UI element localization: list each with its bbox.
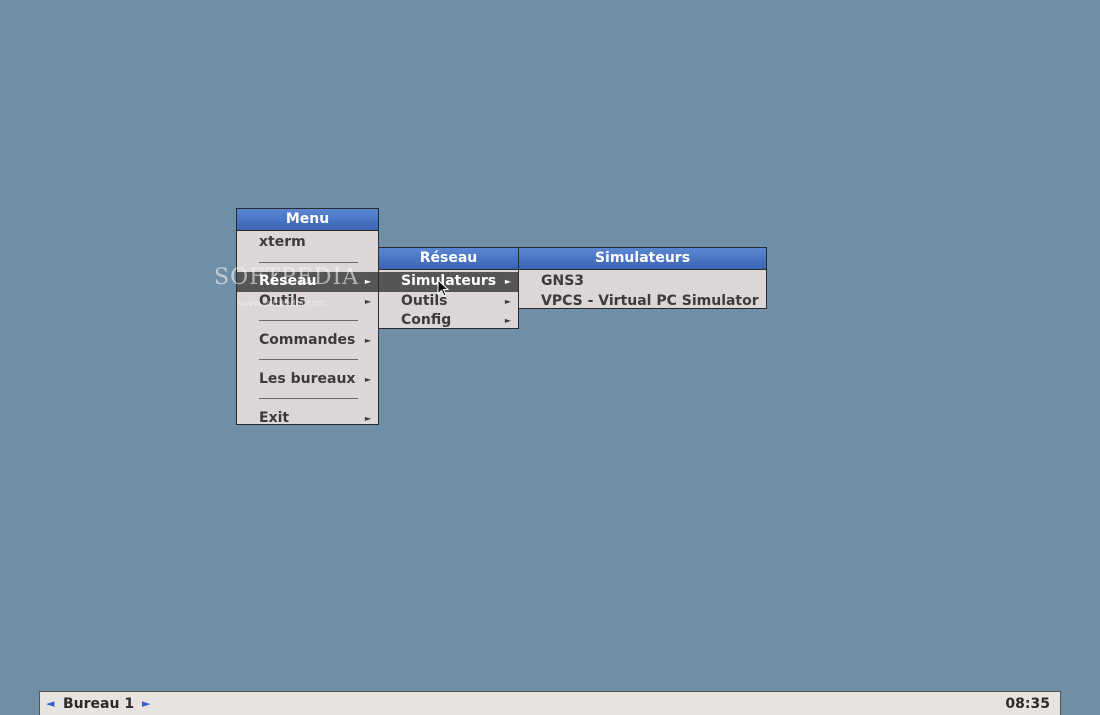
menu-item-label: VPCS - Virtual PC Simulator [541, 292, 759, 309]
menu-separator [237, 253, 378, 273]
menu-item-gns3[interactable]: GNS3 [519, 272, 766, 292]
menu-separator [237, 311, 378, 331]
root-menu: Menu xterm Réseau ► Outils ► Commandes ►… [236, 208, 379, 426]
submenu-arrow-icon: ► [504, 296, 511, 306]
clock: 08:35 [1005, 696, 1050, 712]
menu-item-label: xterm [259, 234, 306, 250]
reseau-submenu-title: Réseau [379, 248, 518, 270]
menu-item-label: Outils [259, 292, 306, 309]
desktop[interactable]: Menu xterm Réseau ► Outils ► Commandes ►… [0, 0, 1100, 715]
menu-separator [237, 350, 378, 370]
menu-item-label: GNS3 [541, 273, 585, 289]
simulateurs-submenu-items: GNS3 VPCS - Virtual PC Simulator [519, 270, 766, 313]
reseau-submenu-items: Simulateurs ► Outils ► Config ► [379, 270, 518, 333]
menu-item-label: Les bureaux [259, 370, 356, 387]
menu-item-reseau[interactable]: Réseau ► [237, 272, 378, 292]
menu-item-simulateurs[interactable]: Simulateurs ► [379, 272, 518, 292]
menu-item-label: Config [401, 312, 452, 328]
submenu-arrow-icon: ► [364, 277, 371, 286]
taskbar: ◄ Bureau 1 ► 08:35 [39, 691, 1061, 715]
menu-item-label: Exit [259, 409, 290, 426]
menu-item-label: Commandes [259, 331, 356, 348]
desktop-name-label: Bureau 1 [63, 696, 135, 712]
menu-item-outils[interactable]: Outils ► [237, 292, 378, 312]
menu-item-label: Outils [401, 292, 448, 309]
submenu-arrow-icon: ► [364, 296, 371, 306]
submenu-arrow-icon: ► [504, 277, 511, 286]
submenu-arrow-icon: ► [364, 335, 371, 345]
root-menu-title: Menu [237, 209, 378, 231]
next-desktop-arrow-icon[interactable]: ► [142, 696, 150, 712]
root-menu-items: xterm Réseau ► Outils ► Commandes ► Les … [237, 231, 378, 430]
simulateurs-submenu-title: Simulateurs [519, 248, 766, 270]
simulateurs-submenu: Simulateurs GNS3 VPCS - Virtual PC Simul… [518, 247, 767, 309]
menu-item-vpcs[interactable]: VPCS - Virtual PC Simulator [519, 292, 766, 312]
menu-item-xterm[interactable]: xterm [237, 233, 378, 253]
menu-item-reseau-outils[interactable]: Outils ► [379, 292, 518, 312]
menu-item-label: Simulateurs [401, 273, 497, 289]
menu-item-config[interactable]: Config ► [379, 311, 518, 331]
menu-item-exit[interactable]: Exit ► [237, 409, 378, 429]
reseau-submenu: Réseau Simulateurs ► Outils ► Config ► [378, 247, 519, 329]
submenu-arrow-icon: ► [504, 316, 511, 325]
menu-separator [237, 389, 378, 409]
submenu-arrow-icon: ► [364, 374, 371, 384]
submenu-arrow-icon: ► [364, 413, 371, 423]
menu-item-label: Réseau [259, 273, 317, 289]
prev-desktop-arrow-icon[interactable]: ◄ [46, 696, 54, 712]
menu-item-les-bureaux[interactable]: Les bureaux ► [237, 370, 378, 390]
menu-item-commandes[interactable]: Commandes ► [237, 331, 378, 351]
